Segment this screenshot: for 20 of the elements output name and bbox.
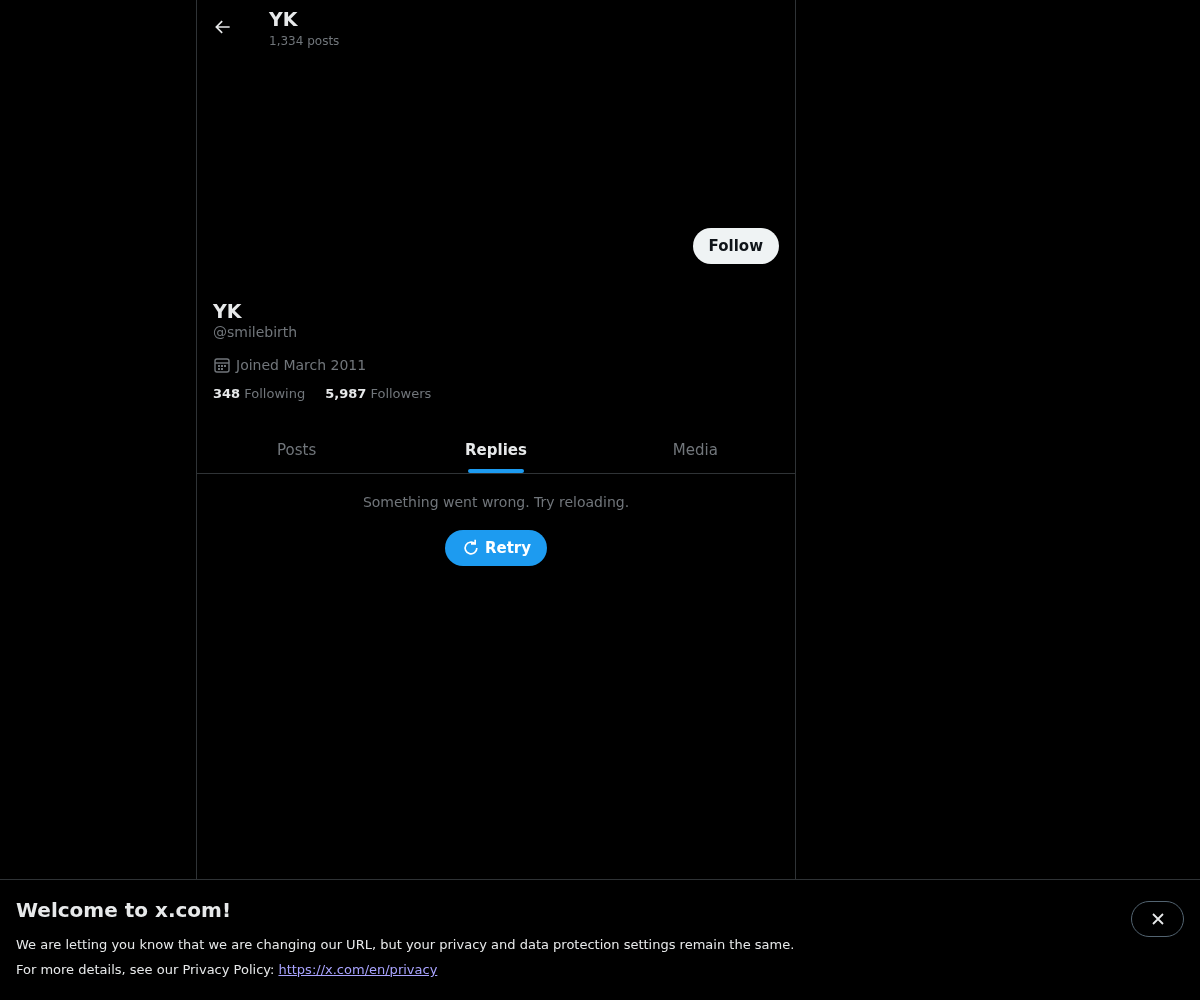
- policy-text: For more details, see our Privacy Policy:: [16, 961, 275, 979]
- joined-date: Joined March 2011: [236, 357, 367, 373]
- banner-title: Welcome to x.com!: [16, 898, 233, 922]
- close-button[interactable]: [1131, 901, 1184, 937]
- profile-handle: @smilebirth: [213, 324, 299, 340]
- header-title: YK: [269, 8, 299, 30]
- profile-tab[interactable]: Media: [672, 441, 718, 473]
- post-count: 1,334 posts: [269, 34, 340, 48]
- error-message: Something went wrong. Try reloading.: [362, 494, 630, 510]
- profile-tab[interactable]: Replies: [465, 441, 527, 469]
- follow-button[interactable]: Follow: [692, 228, 779, 264]
- close-icon: [1149, 911, 1166, 927]
- privacy-link[interactable]: https://x.com/en/privacy: [278, 957, 438, 982]
- profile-tab[interactable]: Posts: [277, 441, 317, 473]
- calendar-icon: [213, 356, 231, 374]
- stat-link[interactable]: 5,987 Followers: [325, 386, 432, 401]
- banner-text: We are letting you know that we are changing our URL, but your privacy and data protection settings remain the same.: [16, 936, 795, 954]
- tab-indicator: [468, 469, 524, 473]
- stat-link[interactable]: 348 Following: [213, 386, 306, 401]
- profile-name: YK: [213, 300, 243, 322]
